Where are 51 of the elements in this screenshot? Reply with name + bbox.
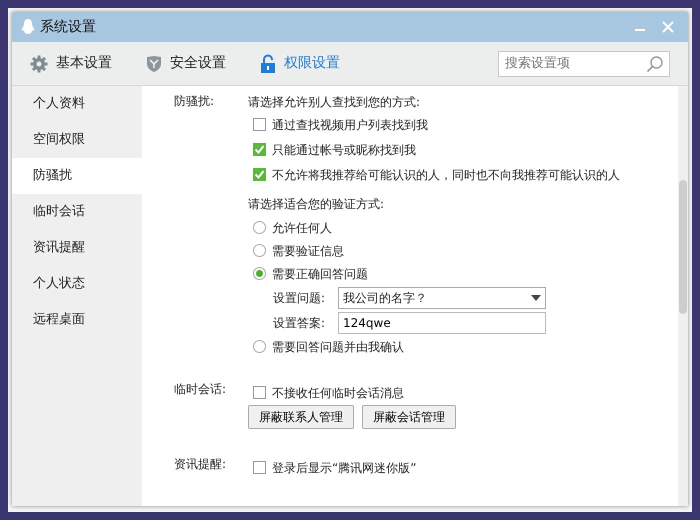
sidebar-item[interactable]: 远程桌面 [12,302,142,338]
question-dropdown[interactable]: 我公司的名字？ [338,286,546,308]
close-icon[interactable] [662,21,674,34]
checkbox[interactable] [253,461,266,474]
tab[interactable]: 基本设置 [30,53,112,74]
checkbox-label[interactable]: 不接收任何临时会话消息 [272,384,404,402]
sidebar-item[interactable]: 个人状态 [12,266,142,302]
dropdown-value: 我公司的名字？ [343,290,427,306]
search-icon[interactable] [646,54,664,72]
section-label: 临时会话: [174,381,228,398]
checkbox[interactable] [253,168,266,181]
radio-label[interactable]: 需要验证信息 [272,242,344,260]
radio-button[interactable] [253,267,266,280]
lock-icon [260,54,276,74]
tab[interactable]: 安全设置 [146,53,226,74]
checkbox[interactable] [253,386,266,399]
manage-button[interactable]: 屏蔽联系人管理 [248,405,354,429]
scrollbar-thumb[interactable] [679,180,687,314]
prompt-text: 请选择适合您的验证方式: [248,196,384,212]
search-field[interactable]: 搜索设置项 [498,50,670,76]
field-label: 设置问题: [273,290,326,306]
manage-button[interactable]: 屏蔽会话管理 [362,405,456,429]
sidebar-item[interactable]: 个人资料 [12,86,142,122]
tab[interactable]: 权限设置 [260,53,340,74]
penguin-icon [20,18,36,36]
radio-button[interactable] [253,244,266,257]
checkbox[interactable] [253,143,266,156]
section-label: 防骚扰: [174,93,216,110]
gear-icon [30,54,48,72]
sidebar-item[interactable]: 空间权限 [12,122,142,158]
checkbox-label[interactable]: 只能通过帐号或昵称找到我 [272,140,416,158]
checkbox-label[interactable]: 不允许将我推荐给可能认识的人，同时也不向我推荐可能认识的人 [272,166,620,184]
radio-button[interactable] [253,221,266,234]
field-label: 设置答案: [273,314,326,332]
radio-label[interactable]: 允许任何人 [272,218,332,236]
window-title: 系统设置 [40,18,96,36]
prompt-text: 请选择允许别人查找到您的方式: [248,94,420,111]
checkbox[interactable] [253,118,266,131]
shield-icon [146,54,162,72]
radio-label[interactable]: 需要回答问题并由我确认 [272,338,404,356]
sidebar-item[interactable]: 资讯提醒 [12,230,142,266]
answer-field[interactable]: 124qwe [338,312,546,334]
checkbox-label[interactable]: 通过查找视频用户列表找到我 [272,116,428,134]
radio-button[interactable] [253,340,266,353]
radio-label[interactable]: 需要正确回答问题 [272,264,368,282]
scrollbar[interactable] [678,86,688,506]
dropdown-arrow-icon[interactable] [531,294,541,300]
section-label: 资讯提醒: [174,456,228,473]
sidebar-item[interactable]: 临时会话 [12,194,142,230]
checkbox-label[interactable]: 登录后显示“腾讯网迷你版” [272,458,416,476]
sidebar-item[interactable]: 防骚扰 [12,158,142,194]
